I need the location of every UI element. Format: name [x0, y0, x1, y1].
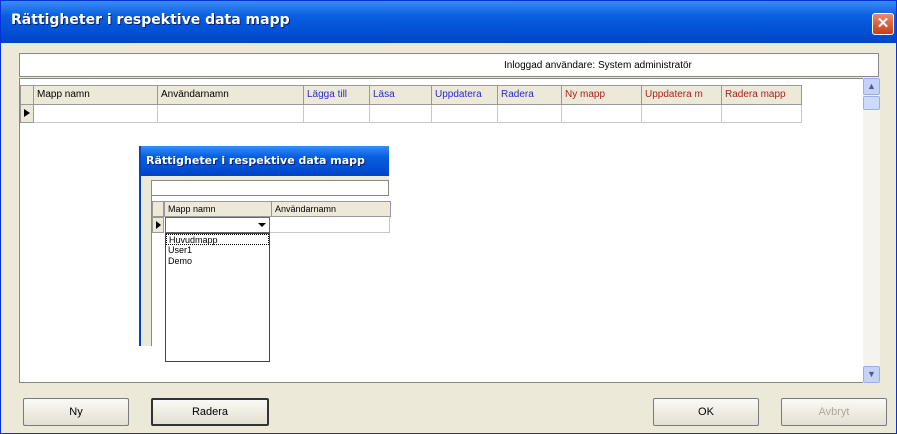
inset-window-title: Rättigheter i respektive data mapp: [146, 154, 365, 167]
table-cell[interactable]: [498, 105, 562, 123]
inset-row-header-corner: [152, 201, 164, 217]
delete-button[interactable]: Radera: [151, 398, 269, 426]
table-cell[interactable]: [562, 105, 642, 123]
table-cell[interactable]: [34, 105, 158, 123]
inset-table-cell: [270, 217, 390, 233]
inset-title-bar: Rättigheter i respektive data mapp: [141, 146, 389, 176]
window-title: Rättigheter i respektive data mapp: [11, 12, 290, 28]
inset-screenshot: Rättigheter i respektive data mapp Mapp …: [139, 146, 391, 362]
inset-column-header-folder-name: Mapp namn: [164, 201, 272, 217]
table-cell[interactable]: [158, 105, 304, 123]
table-cell[interactable]: [722, 105, 802, 123]
inset-column-header-user-name: Användarnamn: [271, 201, 391, 217]
scroll-down-icon[interactable]: ▼: [863, 366, 880, 383]
info-bar: Inloggad användare: System administratör: [19, 53, 879, 77]
permissions-window: Rättigheter i respektive data mapp ✕ Inl…: [0, 0, 897, 434]
logged-in-user-label: Inloggad användare: System administratör: [504, 60, 692, 71]
column-header-update-folder[interactable]: Uppdatera m: [642, 85, 722, 105]
column-header-user-name[interactable]: Användarnamn: [158, 85, 304, 105]
column-header-add[interactable]: Lägga till: [304, 85, 370, 105]
inset-grid: Mapp namn Användarnamn Huvudmapp User1 D…: [151, 196, 391, 362]
title-bar[interactable]: Rättigheter i respektive data mapp ✕: [1, 1, 896, 43]
column-header-update[interactable]: Uppdatera: [432, 85, 498, 105]
grid-header-row: Mapp namn Användarnamn Lägga till Läsa U…: [20, 85, 802, 105]
table-cell[interactable]: [304, 105, 370, 123]
column-header-new-folder[interactable]: Ny mapp: [562, 85, 642, 105]
column-header-read[interactable]: Läsa: [370, 85, 432, 105]
table-row[interactable]: [20, 105, 802, 123]
table-cell[interactable]: [432, 105, 498, 123]
vertical-scrollbar[interactable]: ▲ ▼: [863, 78, 880, 383]
dropdown-item[interactable]: Demo: [166, 256, 269, 267]
inset-current-row-icon: [152, 217, 164, 233]
close-icon[interactable]: ✕: [872, 13, 894, 35]
inset-info-bar: [151, 180, 389, 196]
ok-button[interactable]: OK: [653, 398, 759, 426]
dropdown-item[interactable]: Huvudmapp: [166, 234, 269, 245]
cancel-button[interactable]: Avbryt: [781, 398, 887, 426]
new-button[interactable]: Ny: [23, 398, 129, 426]
table-cell[interactable]: [642, 105, 722, 123]
scroll-thumb[interactable]: [863, 96, 880, 110]
column-header-folder-name[interactable]: Mapp namn: [34, 85, 158, 105]
column-header-delete[interactable]: Radera: [498, 85, 562, 105]
column-header-delete-folder[interactable]: Radera mapp: [722, 85, 802, 105]
current-row-indicator-icon: [20, 105, 34, 123]
folder-dropdown-list[interactable]: Huvudmapp User1 Demo: [165, 233, 270, 362]
table-cell[interactable]: [370, 105, 432, 123]
dropdown-item[interactable]: User1: [166, 245, 269, 256]
folder-name-combobox[interactable]: [165, 217, 270, 233]
chevron-down-icon[interactable]: [258, 223, 266, 227]
row-header-corner: [20, 85, 34, 105]
scroll-up-icon[interactable]: ▲: [863, 78, 880, 95]
